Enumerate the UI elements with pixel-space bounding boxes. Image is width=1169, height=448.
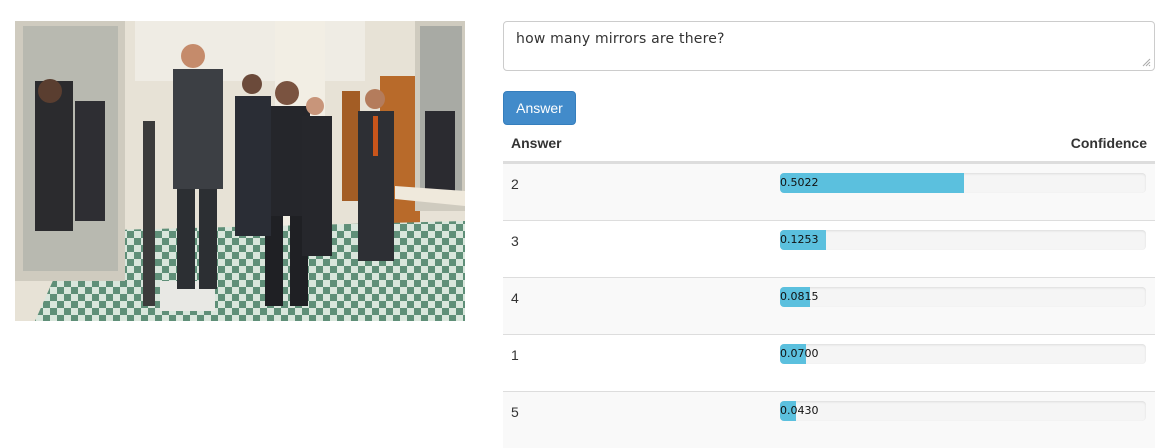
- confidence-value: 0.5022: [780, 176, 819, 189]
- confidence-bar: [780, 230, 1146, 250]
- question-textarea[interactable]: how many mirrors are there?: [503, 21, 1155, 71]
- table-row: 3 0.1253: [503, 220, 1155, 277]
- answer-cell: 2: [511, 176, 519, 192]
- confidence-value: 0.1253: [780, 233, 819, 246]
- results-table: Answer Confidence 2 0.5022 3 0.1253 4 0.…: [503, 127, 1155, 448]
- answer-cell: 3: [511, 233, 519, 249]
- resize-grip-icon[interactable]: [1141, 57, 1151, 67]
- table-row: 4 0.0815: [503, 277, 1155, 334]
- question-text: how many mirrors are there?: [516, 31, 725, 47]
- confidence-value: 0.0815: [780, 290, 819, 303]
- results-header-row: Answer Confidence: [503, 127, 1155, 163]
- table-row: 5 0.0430: [503, 391, 1155, 448]
- confidence-bar: [780, 401, 1146, 421]
- confidence-bar: [780, 173, 1146, 193]
- confidence-bar: [780, 344, 1146, 364]
- confidence-value: 0.0430: [780, 404, 819, 417]
- confidence-column-header: Confidence: [1070, 135, 1147, 151]
- table-row: 1 0.0700: [503, 334, 1155, 391]
- answer-cell: 1: [511, 347, 519, 363]
- confidence-bar: [780, 287, 1146, 307]
- answer-cell: 5: [511, 404, 519, 420]
- input-photo: [15, 21, 465, 321]
- answer-cell: 4: [511, 290, 519, 306]
- answer-column-header: Answer: [511, 135, 562, 151]
- answer-button[interactable]: Answer: [503, 91, 576, 125]
- confidence-value: 0.0700: [780, 347, 819, 360]
- table-row: 2 0.5022: [503, 163, 1155, 220]
